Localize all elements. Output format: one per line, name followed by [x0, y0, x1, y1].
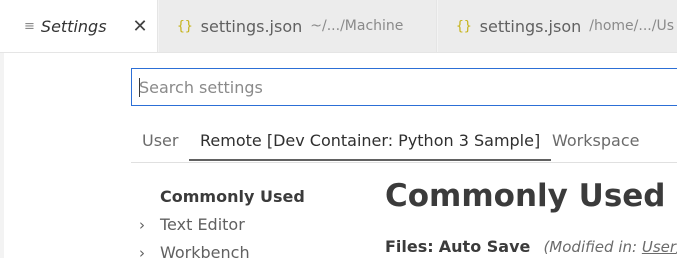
toc-item-label: Text Editor	[160, 215, 245, 234]
text-caret	[139, 78, 140, 97]
modified-in-user-link[interactable]: User	[642, 238, 676, 256]
settings-scope-tabs: User Remote [Dev Container: Python 3 Sam…	[131, 123, 677, 163]
toc-item-label: Commonly Used	[160, 187, 305, 206]
settings-toc: Commonly Used › Text Editor › Workbench	[131, 183, 371, 267]
search-settings-box[interactable]	[131, 68, 677, 106]
toc-item-label: Workbench	[160, 243, 250, 262]
setting-category: Files:	[385, 237, 434, 256]
scope-tab-remote[interactable]: Remote [Dev Container: Python 3 Sample]	[189, 123, 552, 161]
chevron-right-icon: ›	[139, 244, 145, 262]
scope-tab-workspace[interactable]: Workspace	[552, 123, 639, 161]
editor-tab-bar: ≡ Settings ✕ {} settings.json ~/.../Mach…	[0, 0, 677, 53]
toc-item-text-editor[interactable]: › Text Editor	[131, 211, 371, 239]
toc-item-commonly-used[interactable]: Commonly Used	[131, 183, 371, 211]
search-input[interactable]	[132, 69, 677, 105]
tab-description: /home/.../Us	[589, 18, 674, 34]
tab-settings-json-user[interactable]: {} settings.json /home/.../Us	[438, 0, 677, 52]
json-braces-icon: {}	[177, 18, 193, 34]
chevron-right-icon: ›	[139, 216, 145, 234]
setting-modified-indicator: (Modified in: User)	[543, 238, 677, 256]
toc-item-workbench[interactable]: › Workbench	[131, 239, 371, 267]
modified-prefix: (Modified in:	[543, 238, 638, 256]
tab-label: settings.json	[200, 16, 303, 36]
json-braces-icon: {}	[456, 18, 472, 34]
section-title: Commonly Used	[385, 178, 666, 214]
settings-file-icon: ≡	[24, 18, 35, 34]
tab-label: Settings	[40, 16, 107, 36]
activity-gutter	[0, 53, 4, 258]
setting-name: Auto Save	[438, 237, 531, 256]
tab-label: settings.json	[479, 16, 582, 36]
tab-settings[interactable]: ≡ Settings ✕	[0, 0, 158, 52]
close-icon[interactable]: ✕	[133, 16, 148, 37]
tab-settings-json-machine[interactable]: {} settings.json ~/.../Machine	[159, 0, 437, 52]
setting-files-auto-save: Files: Auto Save (Modified in: User)	[385, 237, 677, 256]
scope-tab-user[interactable]: User	[142, 123, 178, 161]
tab-description: ~/.../Machine	[310, 18, 404, 34]
